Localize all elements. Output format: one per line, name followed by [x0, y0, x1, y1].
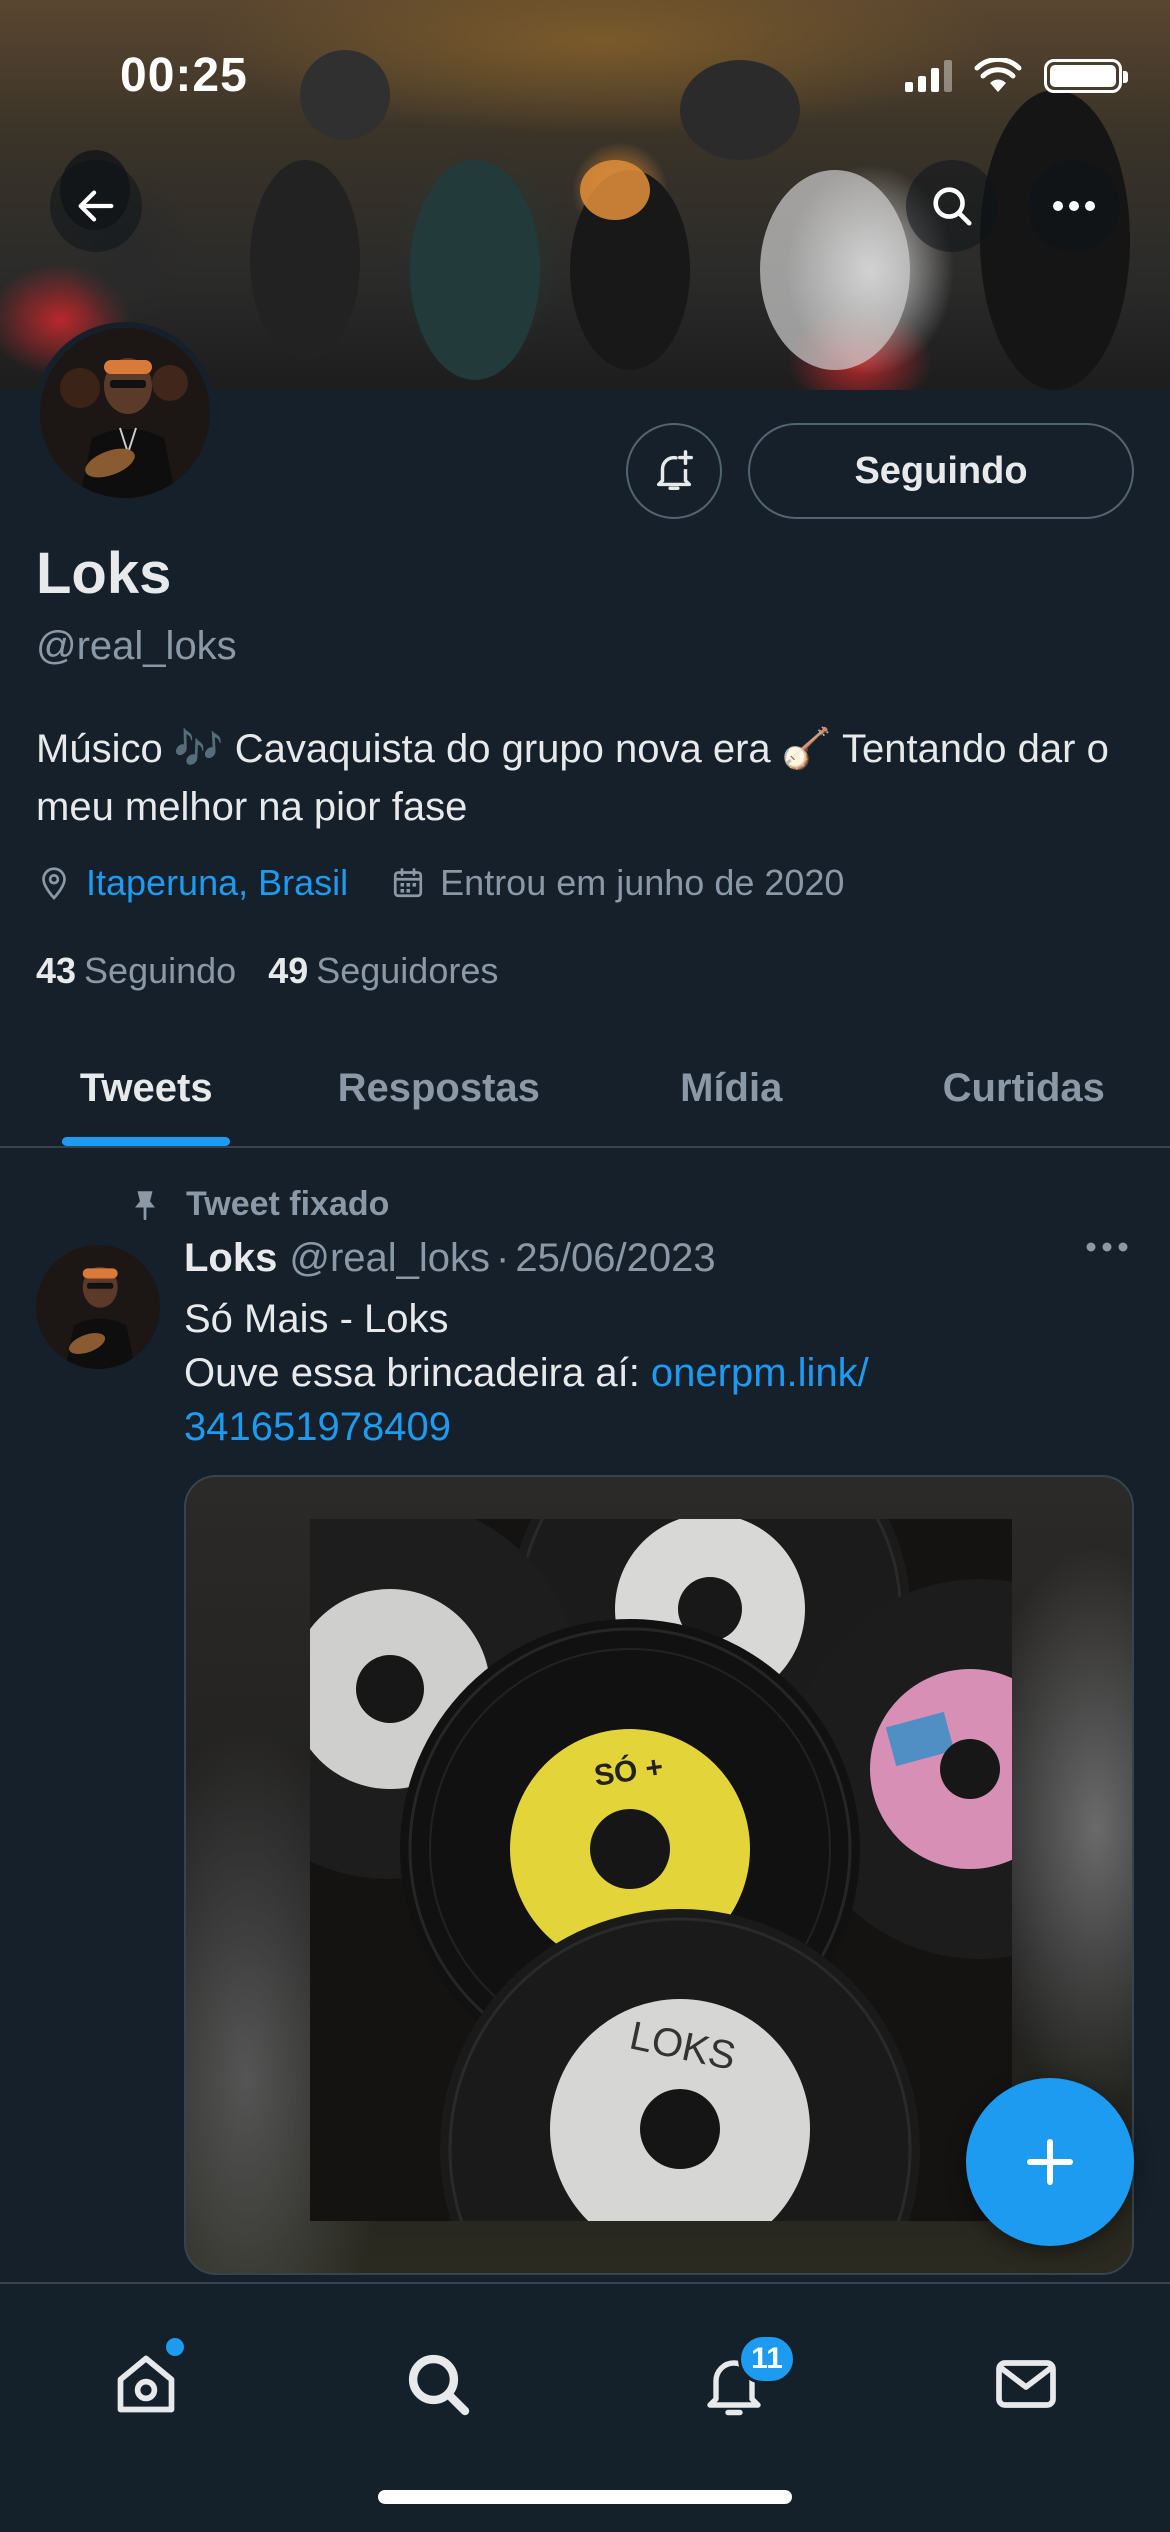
tweet-author-name[interactable]: Loks: [184, 1236, 277, 1281]
more-icon: [1086, 1242, 1128, 1252]
notifications-badge: 11: [738, 2334, 796, 2384]
mail-icon: [996, 2360, 1056, 2408]
following-count-link[interactable]: 43 Seguindo: [36, 950, 236, 992]
joined-item: Entrou em junho de 2020: [390, 862, 844, 904]
plus-icon: [1027, 2139, 1073, 2185]
profile-bio: Músico 🎶 Cavaquista do grupo nova era 🪕 …: [36, 727, 1109, 829]
location-pin-icon: [42, 867, 66, 900]
search-button[interactable]: [906, 160, 998, 252]
wifi-icon: [974, 58, 1022, 92]
status-icons: [905, 58, 1128, 94]
tab-tweets[interactable]: Tweets: [0, 1030, 293, 1146]
tweet-separator: ·: [496, 1236, 510, 1280]
profile-meta: Itaperuna, Brasil Entrou em junho de 202…: [36, 862, 886, 904]
home-indicator: [378, 2490, 792, 2504]
follow-counts: 43 Seguindo 49 Seguidores: [36, 950, 530, 992]
profile-avatar[interactable]: [34, 322, 216, 504]
home-unread-dot: [166, 2338, 184, 2356]
compose-tweet-button[interactable]: [966, 2078, 1134, 2246]
nav-messages[interactable]: [966, 2324, 1086, 2444]
tweet-date[interactable]: 25/06/2023: [515, 1236, 715, 1281]
pinned-label: Tweet fixado: [186, 1185, 390, 1223]
nav-home[interactable]: [86, 2324, 206, 2444]
tab-curtidas[interactable]: Curtidas: [878, 1030, 1170, 1146]
tweet-text: Só Mais - Loks Ouve essa brincadeira aí:…: [184, 1292, 1134, 1454]
status-time: 00:25: [120, 49, 248, 102]
followers-count: 49: [268, 950, 309, 991]
location-item[interactable]: Itaperuna, Brasil: [36, 862, 348, 904]
profile-handle: @real_loks: [36, 624, 237, 668]
tweet-line-2-prefix: Ouve essa brincadeira aí:: [184, 1351, 651, 1395]
followers-label: Seguidores: [316, 950, 499, 991]
tweet-line-1: Só Mais - Loks: [184, 1297, 449, 1341]
vinyl-records-photo: SÓ + LOKS: [310, 1519, 1012, 2221]
pinned-indicator: Tweet fixado: [130, 1185, 389, 1224]
tweet-avatar[interactable]: [36, 1245, 160, 1369]
followers-count-link[interactable]: 49 Seguidores: [268, 950, 498, 992]
location-link[interactable]: Itaperuna, Brasil: [86, 862, 348, 904]
tweet-avatar-photo: [36, 1245, 160, 1369]
calendar-icon: [394, 868, 423, 898]
more-options-button[interactable]: [1028, 160, 1120, 252]
tab-midia[interactable]: Mídia: [585, 1030, 878, 1146]
battery-icon: [1044, 59, 1128, 93]
joined-date: Entrou em junho de 2020: [440, 862, 845, 903]
search-icon: [408, 2354, 470, 2416]
pin-icon: [135, 1190, 155, 1220]
profile-name: Loks: [36, 541, 172, 606]
avatar-photo: [40, 328, 210, 498]
nav-notifications[interactable]: 11: [674, 2324, 796, 2444]
back-arrow-icon: [78, 190, 114, 222]
tab-respostas[interactable]: Respostas: [293, 1030, 586, 1146]
following-count: 43: [36, 950, 77, 991]
notifications-subscribe-button[interactable]: [626, 423, 722, 519]
following-label: Seguindo: [84, 950, 237, 991]
tweet-line-2: Ouve essa brincadeira aí: onerpm.link/ 3…: [184, 1346, 1134, 1454]
cellular-signal-icon: [905, 60, 952, 92]
status-bar: 00:25: [0, 0, 1170, 150]
nav-search[interactable]: [378, 2324, 498, 2444]
search-icon: [933, 187, 972, 226]
tweet-author-handle[interactable]: @real_loks: [289, 1236, 490, 1281]
following-button[interactable]: Seguindo: [748, 423, 1134, 519]
back-button[interactable]: [50, 160, 142, 252]
profile-tabs: Tweets Respostas Mídia Curtidas: [0, 1030, 1170, 1148]
tweet-header: Loks @real_loks · 25/06/2023: [184, 1236, 716, 1281]
home-icon: [117, 2355, 175, 2413]
more-icon: [1053, 201, 1095, 211]
tweet-more-button[interactable]: [1084, 1240, 1130, 1259]
bell-plus-icon: [656, 450, 693, 490]
